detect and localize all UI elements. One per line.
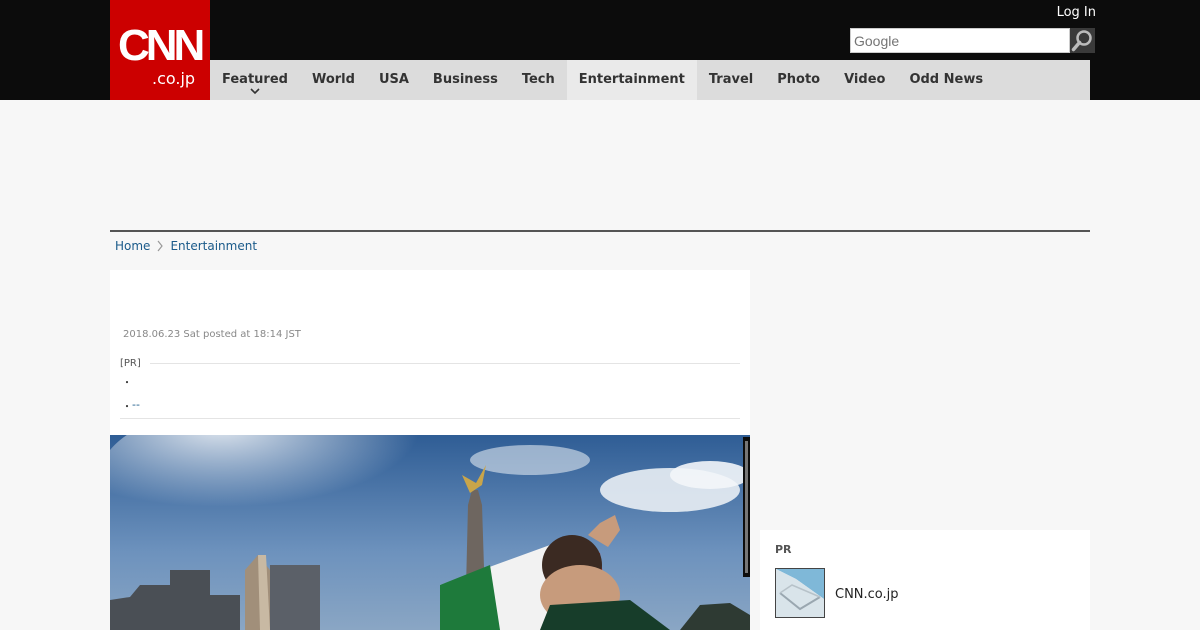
main-nav: Featured World USA Business Tech Enterta… — [210, 60, 1090, 100]
nav-item-travel[interactable]: Travel — [697, 60, 765, 100]
nav-item-entertainment[interactable]: Entertainment — [566, 60, 697, 100]
envelope-icon — [776, 569, 824, 617]
nav-item-label: Video — [844, 72, 886, 87]
nav-item-label: Featured — [222, 72, 288, 87]
nav-item-world[interactable]: World — [300, 60, 367, 100]
cnn-logo[interactable]: CNN .co.jp — [110, 0, 210, 100]
nav-item-label: Entertainment — [578, 72, 685, 87]
sidebar-pr-title: PR — [775, 543, 792, 556]
logo-domain: .co.jp — [152, 69, 196, 88]
pr-bullet: ・ — [122, 402, 132, 413]
nav-item-label: Photo — [777, 72, 821, 87]
nav-item-label: USA — [378, 72, 409, 87]
breadcrumb-entertainment[interactable]: Entertainment — [170, 238, 257, 254]
sidebar-pr-box: PR CNN.co.jp — [760, 530, 1090, 630]
nav-item-label: Odd News — [909, 72, 984, 87]
nav-item-label: World — [311, 72, 355, 87]
login-link[interactable]: Log In — [1040, 5, 1096, 20]
chevron-down-icon — [250, 88, 260, 95]
nav-item-odd-news[interactable]: Odd News — [897, 60, 995, 100]
chevron-right-icon — [157, 240, 164, 252]
pr-divider-bottom — [120, 418, 740, 419]
article-header: 2018.06.23 Sat posted at 18:14 JST [PR] … — [110, 270, 750, 435]
pr-site-link[interactable]: CNN.co.jp — [835, 587, 899, 602]
magnifier-icon — [1071, 30, 1092, 52]
breadcrumb-home[interactable]: Home — [115, 238, 150, 254]
nav-item-video[interactable]: Video — [832, 60, 897, 100]
nav-item-featured[interactable]: Featured — [210, 60, 300, 100]
breadcrumb: Home Entertainment — [115, 238, 257, 254]
photo-credit-strip — [743, 437, 750, 577]
article-hero-image[interactable] — [110, 435, 750, 630]
pr-thumbnail[interactable] — [775, 568, 825, 618]
hero-photo — [110, 435, 750, 630]
ad-divider — [110, 230, 1090, 232]
nav-item-usa[interactable]: USA — [367, 60, 421, 100]
nav-item-label: Business — [432, 72, 498, 87]
nav-item-photo[interactable]: Photo — [765, 60, 832, 100]
logo-wordmark: CNN — [118, 21, 205, 70]
nav-item-label: Tech — [521, 72, 555, 87]
search-input[interactable] — [850, 28, 1070, 53]
nav-item-business[interactable]: Business — [421, 60, 510, 100]
article-dateline: 2018.06.23 Sat posted at 18:14 JST — [123, 329, 301, 340]
nav-item-label: Travel — [708, 72, 754, 87]
pr-bullet: ・ — [122, 378, 132, 389]
nav-item-tech[interactable]: Tech — [510, 60, 567, 100]
pr-divider-top — [150, 363, 740, 364]
pr-label: [PR] — [120, 358, 141, 369]
search-button[interactable] — [1070, 28, 1095, 53]
pr-link[interactable]: -- — [132, 398, 140, 411]
